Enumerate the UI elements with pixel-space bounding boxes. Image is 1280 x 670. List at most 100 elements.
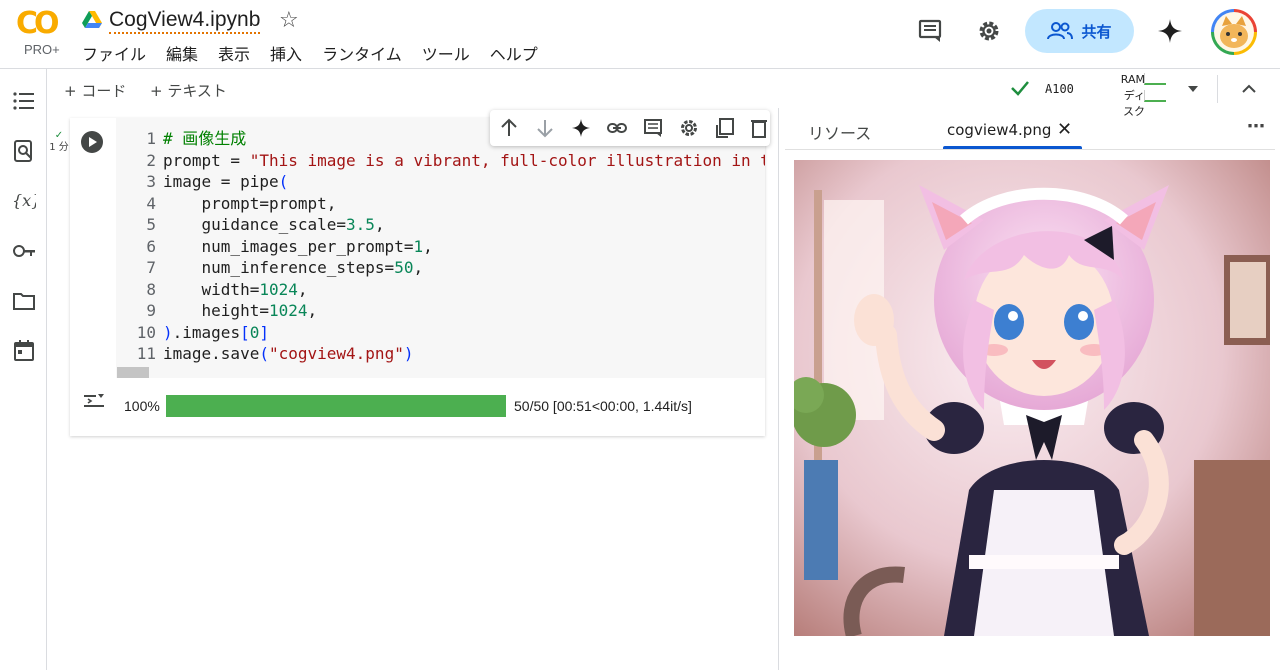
files-folder-icon[interactable] [12, 289, 36, 313]
add-code-button[interactable]: + コード [64, 80, 126, 101]
cell-execution-status: ✓ 1 分 [49, 130, 69, 154]
cat-avatar-icon [1220, 16, 1248, 48]
gemini-cell-icon[interactable] [570, 117, 592, 139]
code-token: 3.5 [346, 215, 375, 234]
code-token: image.save [163, 344, 260, 363]
collapse-header-icon[interactable] [1241, 83, 1257, 95]
line-number: 5 [146, 215, 156, 234]
gemini-sparkle-icon[interactable] [1157, 18, 1183, 44]
tab-resources[interactable]: リソース [808, 120, 871, 144]
run-cell-button[interactable] [81, 131, 103, 153]
line-number: 3 [146, 172, 156, 191]
settings-gear-icon[interactable] [975, 17, 1003, 45]
code-token: 1024 [268, 301, 308, 320]
code-token: , [374, 215, 385, 234]
close-tab-icon[interactable]: ✕ [1057, 119, 1072, 140]
comment-icon[interactable] [916, 17, 944, 45]
link-icon[interactable] [606, 117, 628, 139]
line-number: 4 [146, 193, 156, 213]
code-token: 50 [394, 258, 414, 277]
menu-view[interactable]: 表示 [218, 41, 250, 65]
table-of-contents-icon[interactable] [12, 89, 36, 113]
disk-meter [1144, 90, 1166, 102]
code-token: 0 [249, 322, 260, 342]
code-token: , [297, 279, 308, 299]
code-token: ] [259, 322, 269, 342]
line-number: 1 [146, 129, 156, 148]
code-line[interactable]: 5 guidance_scale=3.5, [116, 214, 385, 236]
code-token: # 画像生成 [163, 129, 247, 148]
exec-check-icon: ✓ [54, 130, 64, 141]
plan-label: PRO+ [24, 42, 60, 57]
progress-bar [166, 395, 506, 417]
code-token: prompt=prompt, [163, 193, 337, 213]
code-token: "cogview4.png" [268, 344, 404, 363]
cell-settings-icon[interactable] [678, 117, 700, 139]
code-line[interactable]: 6 num_images_per_prompt=1, [116, 236, 432, 258]
share-button[interactable]: 共有 [1025, 9, 1134, 53]
line-number: 9 [146, 301, 156, 320]
code-token: [ [240, 322, 250, 342]
progress-detail: 50/50 [00:51<00:00, 1.44it/s] [514, 398, 692, 414]
variables-icon[interactable]: {x} [12, 188, 36, 212]
menu-file[interactable]: ファイル [82, 41, 146, 65]
tab-cogview4-png[interactable]: cogview4.png [947, 121, 1051, 139]
add-text-button[interactable]: + テキスト [150, 80, 227, 101]
notebook-title[interactable]: CogView4.ipynb [109, 8, 261, 34]
code-line[interactable]: 3 image = pipe( [116, 171, 288, 193]
google-drive-icon[interactable] [82, 11, 102, 29]
cell-comment-icon[interactable] [642, 117, 664, 139]
share-label: 共有 [1081, 22, 1112, 41]
calendar-icon[interactable] [12, 339, 36, 363]
find-replace-icon[interactable] [12, 139, 36, 163]
people-icon [1047, 22, 1074, 40]
cell-output: 100% 50/50 [00:51<00:00, 1.44it/s] [70, 380, 765, 436]
gpu-type[interactable]: A100 [1045, 82, 1074, 96]
code-cell[interactable]: 1 # 画像生成 2 prompt = "This image is a vibran… [70, 118, 765, 436]
more-options-icon[interactable]: ⋯ [1247, 116, 1265, 137]
delete-cell-icon[interactable] [748, 117, 770, 139]
menu-tools[interactable]: ツール [422, 41, 470, 65]
code-token: image = pipe [163, 172, 279, 191]
line-number: 8 [146, 279, 156, 299]
code-line[interactable]: 11 image.save("cogview4.png") [116, 343, 414, 365]
code-line[interactable]: 10).images[0] [116, 322, 269, 344]
line-number: 2 [146, 150, 156, 170]
cell-gutter [70, 118, 116, 378]
code-token: , [307, 301, 318, 320]
runtime-dropdown-icon[interactable] [1186, 83, 1200, 95]
code-token: ( [278, 172, 289, 191]
code-line[interactable]: 8 width=1024, [116, 279, 308, 301]
move-cell-up-icon[interactable] [498, 117, 520, 139]
mirror-cell-icon[interactable] [714, 117, 736, 139]
code-line[interactable]: 7 num_inference_steps=50, [116, 257, 423, 279]
connected-check-icon [1011, 81, 1029, 96]
code-line[interactable]: 2 prompt = "This image is a vibrant, full… [116, 150, 765, 172]
line-number: 6 [146, 236, 156, 256]
code-token: , [413, 258, 424, 277]
generated-maid-cat-girl-image [794, 160, 1270, 636]
svg-text:{x}: {x} [12, 191, 36, 210]
output-menu-icon[interactable] [82, 390, 106, 412]
code-line[interactable]: 1 # 画像生成 [116, 128, 246, 150]
code-editor[interactable]: 1 # 画像生成 2 prompt = "This image is a vibran… [116, 118, 765, 378]
code-token: height= [163, 301, 269, 320]
star-icon[interactable]: ☆ [279, 8, 299, 32]
code-token: guidance_scale= [163, 215, 347, 234]
menu-insert[interactable]: 挿入 [270, 41, 302, 65]
code-line[interactable]: 4 prompt=prompt, [116, 193, 336, 215]
menu-edit[interactable]: 編集 [166, 41, 198, 65]
user-avatar[interactable] [1211, 9, 1257, 55]
code-token: .images [172, 322, 241, 342]
code-token: "This image is a vibrant, full-color ill… [249, 150, 765, 170]
menu-runtime[interactable]: ランタイム [322, 41, 402, 65]
move-cell-down-icon[interactable] [534, 117, 556, 139]
code-line[interactable]: 9 height=1024, [116, 300, 317, 322]
notebook-toolbar: + コード + テキスト A100 RAM ディスク [47, 68, 1280, 118]
menu-help[interactable]: ヘルプ [490, 41, 538, 65]
secrets-key-icon[interactable] [12, 239, 36, 263]
right-panel: リソース cogview4.png ✕ ⋯ [779, 108, 1280, 670]
code-token: 1024 [259, 279, 298, 299]
cell-toolbar [490, 110, 770, 146]
colab-logo[interactable]: CO PRO+ [14, 6, 74, 57]
